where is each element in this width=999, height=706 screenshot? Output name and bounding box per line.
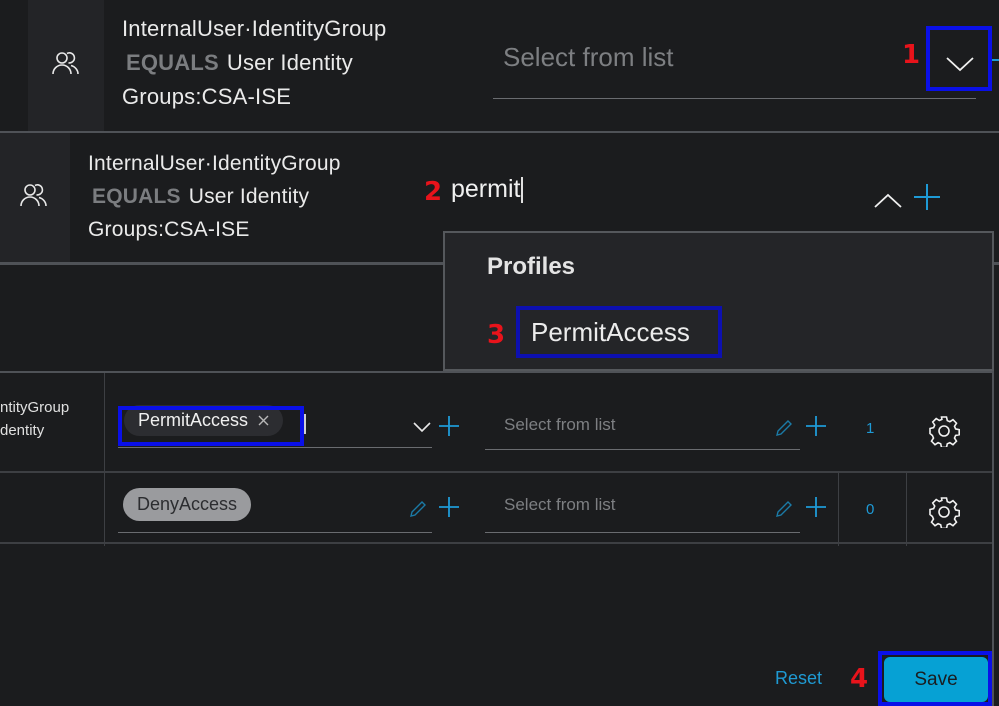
condition-icon-cell bbox=[28, 0, 104, 131]
plus-icon[interactable] bbox=[439, 416, 459, 436]
plus-icon-partial[interactable] bbox=[992, 59, 999, 61]
condition-fragment-line2: dentity bbox=[0, 422, 45, 439]
security-group-underline bbox=[485, 449, 800, 450]
chevron-up-icon[interactable] bbox=[874, 193, 902, 209]
security-group-placeholder: Select from list bbox=[504, 415, 616, 434]
rules-table: ntityGroup dentity PermitAccess Select f… bbox=[0, 371, 994, 546]
text-cursor bbox=[304, 414, 306, 434]
scrollbar-track[interactable] bbox=[992, 371, 994, 706]
profile-select-placeholder: Select from list bbox=[503, 42, 674, 72]
condition-operator: EQUALS bbox=[126, 50, 219, 75]
pencil-icon[interactable] bbox=[409, 500, 427, 518]
profile-chip-denyaccess: DenyAccess bbox=[123, 488, 252, 521]
annotation-box-chip bbox=[118, 406, 304, 446]
plus-icon[interactable] bbox=[806, 416, 826, 436]
profile-field[interactable]: DenyAccess bbox=[118, 475, 432, 533]
pencil-icon[interactable] bbox=[775, 500, 793, 518]
gear-icon[interactable] bbox=[928, 415, 960, 447]
condition-operator: EQUALS bbox=[92, 185, 181, 208]
profile-search-input[interactable]: permit bbox=[451, 175, 524, 204]
profile-field-underline bbox=[118, 447, 432, 448]
pencil-icon[interactable] bbox=[775, 419, 793, 437]
condition-attribute: InternalUser·IdentityGroup bbox=[122, 16, 387, 41]
hit-count: 0 bbox=[866, 501, 875, 518]
policy-set-editor: InternalUser·IdentityGroup EQUALS User Id… bbox=[0, 0, 999, 706]
condition-value-line1: User Identity bbox=[188, 185, 310, 208]
profile-search-value: permit bbox=[451, 175, 521, 203]
reset-button[interactable]: Reset bbox=[775, 668, 822, 689]
security-group-underline bbox=[485, 532, 800, 533]
condition-value-line1: User Identity bbox=[226, 50, 353, 75]
hit-count: 1 bbox=[866, 420, 875, 437]
plus-icon[interactable] bbox=[806, 497, 826, 517]
security-group-select[interactable]: Select from list bbox=[485, 475, 800, 533]
profile-field-underline bbox=[118, 532, 432, 533]
step-2-label: 2 bbox=[424, 177, 443, 207]
dropdown-group-label: Profiles bbox=[487, 253, 576, 280]
table-row: ntityGroup dentity PermitAccess Select f… bbox=[0, 399, 994, 473]
condition-value-line2: Groups:CSA-ISE bbox=[122, 84, 292, 109]
profile-select-underline bbox=[493, 98, 976, 99]
condition-row-1: InternalUser·IdentityGroup EQUALS User Id… bbox=[0, 0, 999, 133]
step-4-label: 4 bbox=[850, 664, 869, 694]
condition-icon-cell bbox=[0, 133, 70, 262]
condition-text: InternalUser·IdentityGroup EQUALS User Id… bbox=[88, 147, 341, 246]
annotation-box-4 bbox=[878, 651, 992, 706]
plus-icon[interactable] bbox=[913, 183, 941, 211]
chevron-down-icon[interactable] bbox=[413, 422, 431, 433]
users-icon bbox=[52, 50, 80, 76]
security-group-placeholder: Select from list bbox=[504, 495, 616, 514]
text-cursor bbox=[521, 176, 524, 203]
gear-icon[interactable] bbox=[928, 496, 960, 528]
plus-icon[interactable] bbox=[439, 497, 459, 517]
step-1-label: 1 bbox=[902, 40, 921, 70]
annotation-box-3 bbox=[516, 306, 722, 358]
condition-fragment: ntityGroup dentity bbox=[0, 396, 69, 442]
users-icon bbox=[20, 182, 48, 208]
security-group-select[interactable]: Select from list bbox=[485, 404, 800, 450]
table-row: DenyAccess Select from list 0 bbox=[0, 473, 994, 544]
condition-attribute: InternalUser·IdentityGroup bbox=[88, 152, 341, 175]
step-3-label: 3 bbox=[487, 320, 506, 350]
condition-fragment-line1: ntityGroup bbox=[0, 399, 70, 416]
condition-text: InternalUser·IdentityGroup EQUALS User Id… bbox=[122, 12, 386, 114]
chevron-down-icon[interactable] bbox=[946, 56, 974, 72]
condition-value-line2: Groups:CSA-ISE bbox=[88, 218, 250, 241]
